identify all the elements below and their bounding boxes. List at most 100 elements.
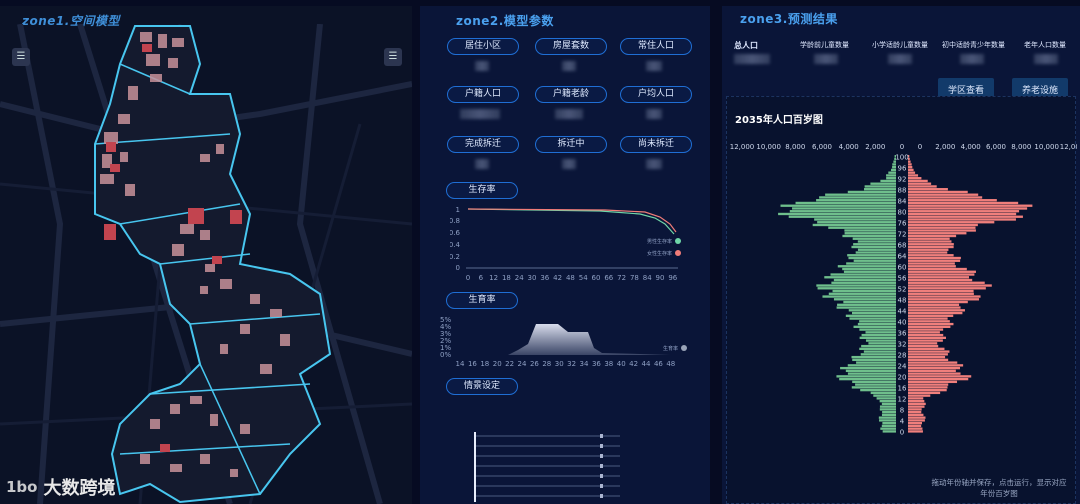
pyramid-bar-male: [859, 336, 896, 340]
param-demolished[interactable]: 完成拆迁: [447, 136, 519, 153]
pyramid-bar-male: [852, 380, 896, 384]
param-housing-units[interactable]: 房屋套数: [535, 38, 607, 55]
param-resident-population[interactable]: 常住人口: [620, 38, 692, 55]
param-registered-population[interactable]: 户籍人口: [447, 86, 519, 103]
zone3-title: zone3.预测结果: [740, 12, 838, 26]
survival-x-tick: 90: [656, 274, 665, 282]
pyramid-age-tick: 72: [898, 230, 907, 238]
pyramid-bar-female: [908, 201, 1019, 205]
pyramid-bar-female: [908, 311, 963, 315]
survival-x-tick: 60: [592, 274, 601, 282]
pyramid-bar-male: [879, 405, 896, 408]
fertility-x-tick: 38: [604, 360, 613, 368]
pyramid-bar-male: [870, 182, 896, 185]
param-demolishing[interactable]: 拆迁中: [535, 136, 607, 153]
pyramid-bar-male: [825, 193, 896, 196]
survival-x-tick: 42: [553, 274, 562, 282]
pyramid-bar-female: [908, 243, 954, 246]
stat-preschool: 学龄前儿童数量: [800, 41, 849, 49]
pyramid-bar-female: [908, 212, 1017, 216]
pyramid-bar-male: [857, 322, 896, 326]
pyramid-x-tick-right: 2,000: [935, 143, 955, 151]
pyramid-bar-male: [882, 410, 896, 414]
survival-y-tick: 1: [456, 206, 460, 214]
survival-y-tick: 0: [456, 264, 460, 272]
pyramid-bar-female: [908, 278, 973, 282]
pyramid-age-tick: 88: [898, 186, 907, 194]
pyramid-bar-male: [876, 397, 896, 400]
survival-rate-tab[interactable]: 生存率: [446, 182, 518, 199]
survival-x-tick: 54: [579, 274, 588, 282]
fertility-area: [460, 324, 670, 355]
param-household-size[interactable]: 户均人口: [620, 86, 692, 103]
survival-x-tick: 48: [566, 274, 575, 282]
pyramid-bar-male: [812, 223, 896, 227]
pyramid-bar-male: [840, 366, 896, 370]
param-not-demolished[interactable]: 尚未拆迁: [620, 136, 692, 153]
scenario-tab[interactable]: 情景设定: [446, 378, 518, 395]
pyramid-bar-male: [864, 185, 896, 188]
pyramid-instruction-note: 拖动年份轴并保存，点击运行，显示对应年份百岁图: [931, 478, 1067, 498]
pyramid-bar-female: [908, 388, 947, 392]
pyramid-bar-female: [908, 223, 978, 227]
pyramid-bar-female: [908, 237, 950, 240]
pyramid-bar-male: [817, 287, 896, 290]
pyramid-age-tick: 68: [898, 241, 907, 249]
pyramid-bar-male: [848, 256, 896, 260]
pyramid-bar-female: [908, 168, 914, 172]
pyramid-x-tick-right: 0: [918, 143, 922, 151]
pyramid-bar-male: [847, 190, 896, 194]
pyramid-age-tick: 16: [898, 385, 907, 393]
value-redacted: [814, 54, 838, 64]
pyramid-age-tick: 20: [898, 374, 907, 382]
layer-toggle-button[interactable]: ☰: [12, 48, 30, 66]
pyramid-bar-female: [908, 188, 948, 191]
pyramid-bar-female: [908, 391, 941, 395]
population-pyramid-container: 2035年人口百岁图 12,000 10,000 8,000 6,000 4,000 2,…: [726, 96, 1077, 504]
pyramid-bar-male: [795, 201, 896, 205]
pyramid-age-tick: 40: [898, 319, 907, 327]
pyramid-bar-female: [908, 317, 948, 320]
pyramid-bar-male: [865, 331, 896, 334]
pyramid-bar-male: [816, 199, 896, 202]
district-map[interactable]: [0, 24, 412, 504]
pyramid-bar-male: [832, 289, 896, 293]
pyramid-bar-male: [855, 383, 896, 386]
stat-total-population: 总人口: [734, 41, 758, 50]
pyramid-x-tick-left: 2,000: [865, 143, 885, 151]
pyramid-bar-female: [908, 430, 923, 433]
female-legend-label: 女性生存率: [647, 250, 672, 257]
male-legend-label: 男性生存率: [647, 238, 672, 245]
survival-y-tick: 0.2: [450, 253, 460, 261]
fertility-x-tick: 18: [480, 360, 489, 368]
param-registered-elderly[interactable]: 户籍老龄: [535, 86, 607, 103]
pyramid-bar-male: [851, 355, 896, 359]
fertility-rate-tab[interactable]: 生育率: [446, 292, 518, 309]
pyramid-bar-male: [822, 295, 896, 298]
pyramid-bar-female: [908, 218, 1016, 221]
pyramid-bar-female: [908, 284, 992, 287]
survival-x-tick: 72: [617, 274, 626, 282]
pyramid-bar-female: [908, 408, 922, 411]
pyramid-bar-female: [908, 333, 944, 337]
pyramid-bar-male: [819, 196, 896, 199]
pyramid-bar-female: [908, 358, 949, 362]
pyramid-bar-female: [908, 361, 958, 364]
pyramid-age-tick: 76: [898, 219, 907, 227]
pyramid-bar-male: [839, 377, 896, 381]
pyramid-bar-female: [908, 190, 968, 194]
pyramid-x-tick-right: 6,000: [986, 143, 1006, 151]
survival-y-tick: 0.4: [450, 241, 461, 249]
pyramid-bar-male: [780, 204, 896, 207]
param-residential-area[interactable]: 居住小区: [447, 38, 519, 55]
pyramid-bar-female: [908, 386, 948, 389]
scenario-sliders[interactable]: [470, 430, 670, 502]
map-settings-button[interactable]: ☰: [384, 48, 402, 66]
pyramid-bar-female: [908, 207, 1028, 210]
pyramid-bar-female: [908, 405, 925, 408]
pyramid-bar-male: [861, 333, 896, 337]
pyramid-x-tick-left: 8,000: [785, 143, 805, 151]
pyramid-bar-female: [908, 273, 975, 276]
stat-elderly: 老年人口数量: [1024, 41, 1066, 49]
value-redacted: [1034, 54, 1058, 64]
